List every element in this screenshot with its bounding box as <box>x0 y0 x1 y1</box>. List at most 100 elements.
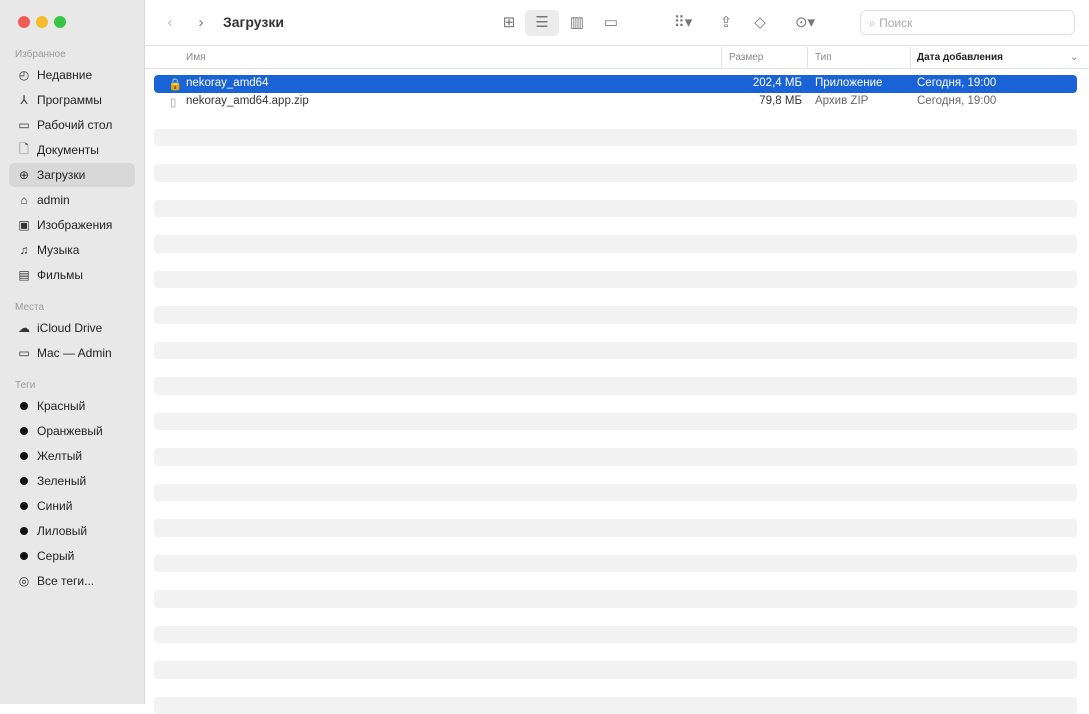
tag-dot-icon <box>20 527 28 535</box>
column-size[interactable]: Размер <box>729 52 763 63</box>
search-placeholder: Поиск <box>879 16 912 30</box>
label: Рабочий стол <box>37 118 112 132</box>
sort-chevron-icon: ⌄ <box>1070 52 1078 63</box>
search-icon: ⌕ <box>869 16 879 30</box>
file-kind: Приложение <box>815 77 882 89</box>
label: Зеленый <box>37 474 86 488</box>
back-button[interactable]: ‹ <box>160 12 180 36</box>
column-date[interactable]: Дата добавления <box>917 52 1003 63</box>
sidebar-item-pictures[interactable]: ▣ Изображения <box>9 213 135 237</box>
empty-row-stripe <box>154 129 1077 147</box>
more-button[interactable]: ⊙▾ <box>787 12 823 36</box>
sidebar-item-music[interactable]: ♫ Музыка <box>9 238 135 262</box>
label: Оранжевый <box>37 424 103 438</box>
sidebar: Избранное ◴ Недавние ⅄Программы ▭ Рабочий … <box>0 0 145 704</box>
search-input[interactable]: ⌕ Поиск <box>860 10 1075 35</box>
sidebar-tag[interactable]: Желтый <box>9 444 135 468</box>
label: Лиловый <box>37 524 87 538</box>
sidebar-item-applications[interactable]: ⅄Программы <box>9 88 135 112</box>
photo-icon: ▣ <box>17 218 31 232</box>
forward-button[interactable]: › <box>191 12 211 36</box>
app-icon: 🔒 <box>168 77 182 91</box>
sidebar-item-movies[interactable]: ▤Фильмы <box>9 263 135 287</box>
sidebar-item-home[interactable]: ⌂ admin <box>9 188 135 212</box>
sidebar-item-downloads[interactable]: ⊕Загрузки <box>9 163 135 187</box>
label: Красный <box>37 399 85 413</box>
empty-row-stripe <box>154 484 1077 502</box>
sidebar-item-mac[interactable]: ▭ Mac — Admin <box>9 341 135 365</box>
desktop-icon: ▭ <box>17 118 31 132</box>
sidebar-tag[interactable]: Серый <box>9 544 135 568</box>
computer-icon: ▭ <box>17 346 31 360</box>
list-view-button[interactable]: ☰ <box>525 10 559 36</box>
empty-row-stripe <box>154 306 1077 324</box>
empty-row-stripe <box>154 519 1077 537</box>
column-view-button[interactable]: ▥ <box>564 12 590 36</box>
empty-row-stripe <box>154 235 1077 253</box>
gallery-view-button[interactable]: ▭ <box>598 12 624 36</box>
sidebar-tag[interactable]: Красный <box>9 394 135 418</box>
share-button[interactable]: ⇪ <box>714 12 738 36</box>
sidebar-tag[interactable]: Лиловый <box>9 519 135 543</box>
share-icon: ⇪ <box>720 14 733 31</box>
empty-row-stripe <box>154 626 1077 644</box>
label: Все теги... <box>37 574 94 588</box>
file-name: nekoray_amd64 <box>186 77 268 89</box>
tag-dot-icon <box>20 427 28 435</box>
empty-row-stripe <box>154 377 1077 395</box>
empty-row-stripe <box>154 661 1077 679</box>
group-button[interactable]: ⠿▾ <box>665 12 701 36</box>
section-tags: Теги <box>15 380 35 391</box>
sidebar-all-tags[interactable]: ◎Все теги... <box>9 569 135 593</box>
label: Синий <box>37 499 72 513</box>
empty-row-stripe <box>154 413 1077 431</box>
file-name: nekoray_amd64.app.zip <box>186 95 309 107</box>
tag-button[interactable]: ◇ <box>748 12 772 36</box>
label: admin <box>37 193 70 207</box>
empty-row-stripe <box>154 200 1077 218</box>
file-kind: Архив ZIP <box>815 95 868 107</box>
tag-icon: ◇ <box>754 14 766 31</box>
clock-icon: ◴ <box>17 68 31 82</box>
label: Музыка <box>37 243 79 257</box>
zoom-button[interactable] <box>54 16 66 28</box>
columns-icon: ▥ <box>570 14 584 31</box>
sidebar-item-recents[interactable]: ◴ Недавние <box>9 63 135 87</box>
file-date: Сегодня, 19:00 <box>917 77 996 89</box>
sidebar-item-desktop[interactable]: ▭ Рабочий стол <box>9 113 135 137</box>
column-header: Имя Размер Тип Дата добавления ⌄ <box>145 47 1089 69</box>
icon-view-button[interactable]: ⊞ <box>496 12 522 36</box>
column-kind[interactable]: Тип <box>815 52 832 63</box>
file-row[interactable]: ▯ nekoray_amd64.app.zip 79,8 МБ Архив ZI… <box>154 93 1077 111</box>
list-icon: ☰ <box>535 14 548 31</box>
film-icon: ▤ <box>17 268 31 282</box>
empty-row-stripe <box>154 271 1077 289</box>
column-name[interactable]: Имя <box>186 52 205 63</box>
sidebar-tag[interactable]: Синий <box>9 494 135 518</box>
zip-icon: ▯ <box>170 95 176 109</box>
section-favorites: Избранное <box>15 49 66 60</box>
file-date: Сегодня, 19:00 <box>917 95 996 107</box>
label: Программы <box>37 93 102 107</box>
home-icon: ⌂ <box>17 193 31 207</box>
tag-dot-icon <box>20 477 28 485</box>
file-row[interactable]: 🔒 nekoray_amd64 202,4 МБ Приложение Сего… <box>154 75 1077 93</box>
minimize-button[interactable] <box>36 16 48 28</box>
sidebar-item-icloud[interactable]: ☁iCloud Drive <box>9 316 135 340</box>
window-title: Загрузки <box>223 14 284 30</box>
file-size: 202,4 МБ <box>753 77 802 89</box>
chevron-right-icon: › <box>199 14 204 31</box>
sidebar-tag[interactable]: Зеленый <box>9 469 135 493</box>
empty-row-stripe <box>154 342 1077 360</box>
close-button[interactable] <box>18 16 30 28</box>
group-icon: ⠿▾ <box>674 14 693 31</box>
empty-row-stripe <box>154 448 1077 466</box>
label: Изображения <box>37 218 112 232</box>
download-icon: ⊕ <box>17 168 31 182</box>
label: Mac — Admin <box>37 346 112 360</box>
label: Недавние <box>37 68 92 82</box>
empty-row-stripe <box>154 164 1077 182</box>
music-icon: ♫ <box>17 243 31 257</box>
sidebar-tag[interactable]: Оранжевый <box>9 419 135 443</box>
sidebar-item-documents[interactable]: 🗋Документы <box>9 138 135 162</box>
